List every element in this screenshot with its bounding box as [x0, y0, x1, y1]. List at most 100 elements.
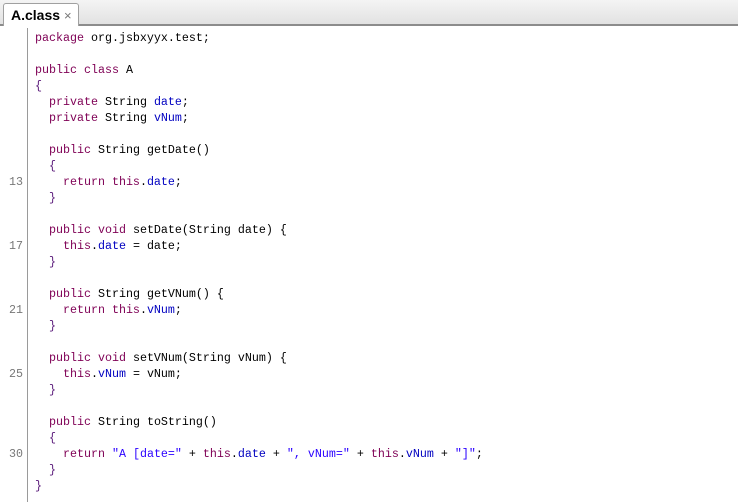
- code-line: private String date;: [0, 94, 738, 110]
- code-line: public String getVNum() {: [0, 286, 738, 302]
- line-number: 17: [9, 239, 23, 253]
- code-line: }: [0, 478, 738, 494]
- code-text: }: [35, 382, 56, 398]
- token-kw: public class: [35, 63, 119, 77]
- token-kw: return: [62, 447, 105, 461]
- code-line: 25 this.vNum = vNum;: [0, 366, 738, 382]
- code-text: }: [35, 462, 56, 478]
- code-text: private String date;: [35, 94, 189, 110]
- token-str: ", vNum=": [286, 447, 350, 461]
- token-txt: String getVNum() {: [90, 287, 224, 301]
- line-number: 25: [9, 367, 23, 381]
- code-line: {: [0, 78, 738, 94]
- line-number: 30: [9, 447, 23, 461]
- token-txt: .: [230, 447, 238, 461]
- token-kw: private: [49, 111, 98, 125]
- code-line: }: [0, 318, 738, 334]
- token-br: }: [49, 191, 56, 205]
- token-kw: this: [202, 447, 231, 461]
- token-txt: ;: [181, 111, 189, 125]
- token-txt: +: [349, 447, 371, 461]
- token-br: }: [49, 255, 56, 269]
- code-line: 17 this.date = date;: [0, 238, 738, 254]
- close-icon[interactable]: ×: [64, 8, 72, 23]
- token-br: }: [49, 463, 56, 477]
- token-br: {: [49, 431, 56, 445]
- token-txt: .: [139, 303, 147, 317]
- code-text: {: [35, 158, 56, 174]
- code-text: return this.date;: [35, 174, 182, 190]
- code-text: return this.vNum;: [35, 302, 182, 318]
- code-text: }: [35, 478, 42, 494]
- token-br: {: [35, 79, 42, 93]
- token-kw: return this: [62, 303, 140, 317]
- token-fld: vNum: [153, 111, 182, 125]
- token-str: "]": [454, 447, 476, 461]
- code-text: private String vNum;: [35, 110, 189, 126]
- code-text: }: [35, 254, 56, 270]
- token-br: }: [49, 383, 56, 397]
- code-text: this.date = date;: [35, 238, 182, 254]
- token-kw: this: [62, 367, 91, 381]
- token-kw: public: [49, 287, 91, 301]
- code-text: {: [35, 78, 42, 94]
- token-txt: ;: [181, 95, 189, 109]
- token-txt: +: [265, 447, 287, 461]
- token-kw: this: [62, 239, 91, 253]
- code-line: }: [0, 462, 738, 478]
- code-text: }: [35, 190, 56, 206]
- code-text: public void setDate(String date) {: [35, 222, 287, 238]
- token-fld: date: [153, 95, 182, 109]
- token-txt: .: [139, 175, 147, 189]
- token-br: }: [35, 479, 42, 493]
- code-line: public class A: [0, 62, 738, 78]
- token-kw: public: [49, 415, 91, 429]
- token-txt: ;: [475, 447, 483, 461]
- code-text: public String getDate(): [35, 142, 210, 158]
- token-fld: date: [97, 239, 126, 253]
- code-text: {: [35, 430, 56, 446]
- code-line: }: [0, 190, 738, 206]
- tab-a-class[interactable]: A.class ×: [3, 3, 79, 26]
- token-txt: String: [97, 95, 154, 109]
- token-txt: +: [433, 447, 455, 461]
- code-line: 13 return this.date;: [0, 174, 738, 190]
- code-text: this.vNum = vNum;: [35, 366, 182, 382]
- code-line: private String vNum;: [0, 110, 738, 126]
- token-txt: +: [181, 447, 203, 461]
- token-txt: .: [90, 367, 98, 381]
- code-line: public void setDate(String date) {: [0, 222, 738, 238]
- code-line: public String toString(): [0, 414, 738, 430]
- code-line: }: [0, 382, 738, 398]
- code-text: package org.jsbxyyx.test;: [35, 30, 210, 46]
- code-line: {: [0, 158, 738, 174]
- code-line: 30 return "A [date=" + this.date + ", vN…: [0, 446, 738, 462]
- token-txt: setVNum(String vNum) {: [125, 351, 287, 365]
- code-text: return "A [date=" + this.date + ", vNum=…: [35, 446, 483, 462]
- token-txt: String toString(): [90, 415, 217, 429]
- token-kw: public: [49, 143, 91, 157]
- code-line: package org.jsbxyyx.test;: [0, 30, 738, 46]
- code-text: public void setVNum(String vNum) {: [35, 350, 287, 366]
- token-txt: String getDate(): [90, 143, 210, 157]
